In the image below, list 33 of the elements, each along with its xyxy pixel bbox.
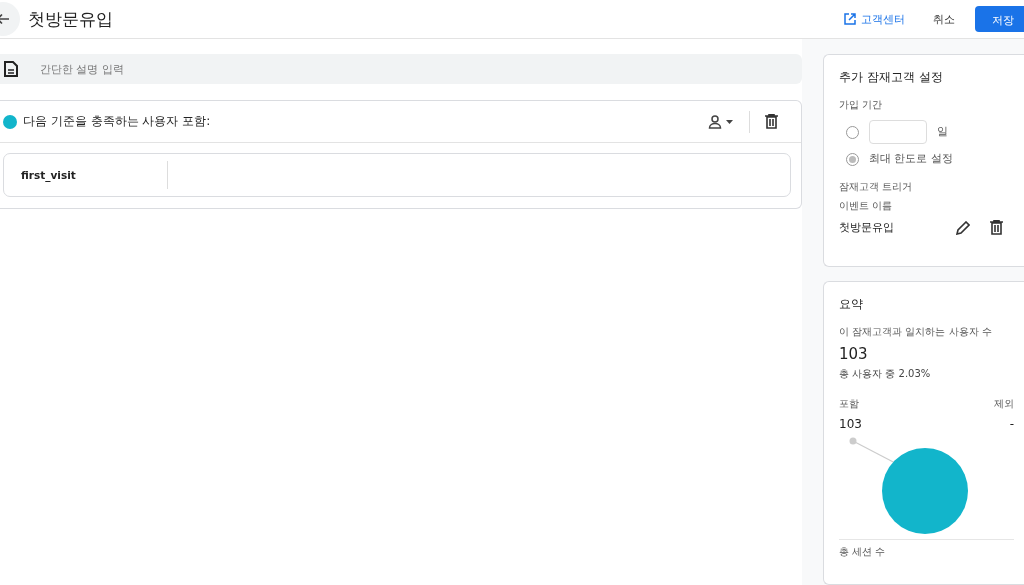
trigger-label: 잠재고객 트리거 [839,180,914,194]
page-title: 첫방문유입 [28,7,113,31]
option-label: 최대 한도로 설정 [869,152,953,166]
card-title: 요약 [839,296,864,313]
save-button[interactable]: 저장 [975,6,1024,32]
user-count: 103 [839,345,869,363]
event-condition-row[interactable]: first_visit [3,153,791,197]
include-value: 103 [839,417,862,431]
delete-button[interactable] [987,217,1006,238]
description-input[interactable]: 간단한 설명 입력 [38,62,802,76]
days-field[interactable] [869,120,927,144]
exclude-value: - [1009,417,1014,431]
delete-button[interactable] [762,111,781,132]
card-title: 추가 잠재고객 설정 [839,69,944,86]
event-name-label: 이벤트 이름 [839,199,894,213]
user-share: 총 사용자 중 2.03% [839,367,932,381]
trash-icon [765,114,778,129]
unit-label: 일 [937,125,948,139]
pencil-icon [956,220,970,235]
open-in-new-icon [844,13,856,25]
total-sessions-label: 총 세션 수 [839,545,887,559]
exclude-label: 제외 [994,397,1014,411]
include-label: 포함 [839,397,859,411]
description-field[interactable]: 간단한 설명 입력 [0,54,802,84]
trigger-event-name: 첫방문유입 [839,220,895,235]
document-icon [4,61,18,77]
cancel-button[interactable]: 취소 [925,5,963,33]
condition-label: 다음 기준을 충족하는 사용자 포함: [23,113,212,130]
duration-label: 가입 기간 [839,98,884,112]
matching-users-label: 이 잠재고객과 일치하는 사용자 수 [839,325,993,339]
help-center-link[interactable]: 고객센터 [836,5,913,33]
event-name: first_visit [20,169,77,181]
trash-icon [990,220,1003,235]
